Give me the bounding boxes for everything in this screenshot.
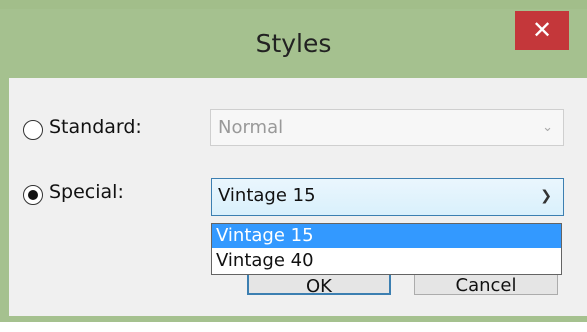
radio-selected-dot bbox=[28, 190, 38, 200]
special-style-select[interactable]: Vintage 15 ❯ bbox=[211, 178, 564, 216]
special-radio[interactable] bbox=[23, 185, 43, 205]
standard-style-value: Normal bbox=[218, 117, 284, 138]
close-icon: ✕ bbox=[531, 16, 553, 44]
special-label: Special: bbox=[49, 181, 124, 203]
window-frame-bottom bbox=[0, 316, 587, 322]
chevron-down-icon: ⌄ bbox=[542, 120, 553, 135]
standard-style-select: Normal ⌄ bbox=[210, 109, 564, 146]
chevron-down-icon[interactable]: ❯ bbox=[540, 179, 552, 213]
standard-radio[interactable] bbox=[23, 120, 43, 140]
title-bar[interactable]: Styles ✕ bbox=[0, 9, 587, 78]
window-frame-left bbox=[0, 78, 9, 322]
standard-label: Standard: bbox=[49, 116, 142, 138]
dropdown-option-vintage-15[interactable]: Vintage 15 bbox=[212, 224, 561, 248]
window-frame-top bbox=[0, 0, 587, 9]
window-title: Styles bbox=[255, 29, 332, 58]
dropdown-option-vintage-40[interactable]: Vintage 40 bbox=[212, 249, 561, 273]
style-dropdown-list: Vintage 15 Vintage 40 bbox=[211, 223, 562, 275]
special-style-value: Vintage 15 bbox=[218, 185, 316, 206]
dialog-body: Standard: Normal ⌄ Special: Vintage 15 ❯… bbox=[9, 78, 587, 316]
close-button[interactable]: ✕ bbox=[515, 11, 569, 50]
